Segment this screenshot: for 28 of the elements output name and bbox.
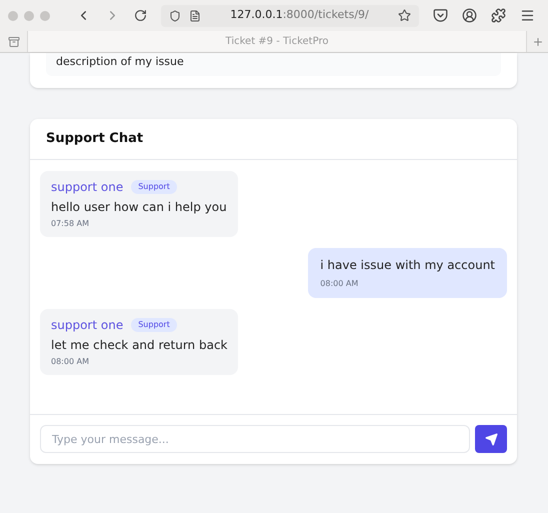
message-time: 07:58 AM xyxy=(51,218,90,230)
extensions-icon[interactable] xyxy=(491,8,506,23)
reload-icon[interactable] xyxy=(134,9,147,22)
send-icon xyxy=(484,432,498,446)
description-box: description of my issue xyxy=(46,53,501,76)
shield-icon xyxy=(169,10,181,22)
url-path: :8000/tickets/9/ xyxy=(282,7,369,24)
sender-name: support one xyxy=(51,316,124,334)
message-text: hello user how can i help you xyxy=(51,198,227,216)
pocket-icon[interactable] xyxy=(433,8,448,23)
account-icon[interactable] xyxy=(462,8,477,23)
chat-title: Support Chat xyxy=(46,130,144,148)
star-icon[interactable] xyxy=(398,9,411,22)
address-bar[interactable]: 127.0.0.1:8000/tickets/9/ xyxy=(161,4,419,26)
message-time: 08:00 AM xyxy=(51,356,90,368)
role-badge: Support xyxy=(131,180,177,194)
send-button[interactable] xyxy=(475,425,507,453)
message-text: i have issue with my account xyxy=(320,256,495,274)
new-tab-icon[interactable] xyxy=(532,36,544,48)
message-input[interactable]: Type your message... xyxy=(40,425,470,453)
message-text: let me check and return back xyxy=(51,336,228,354)
tab-tray-icon[interactable] xyxy=(8,36,20,48)
menu-icon[interactable] xyxy=(520,8,535,23)
url-host: 127.0.0.1 xyxy=(230,7,283,24)
role-badge: Support xyxy=(131,318,177,332)
page-icon xyxy=(189,10,201,22)
message-time: 08:00 AM xyxy=(320,278,360,290)
sender-name: support one xyxy=(51,178,124,196)
